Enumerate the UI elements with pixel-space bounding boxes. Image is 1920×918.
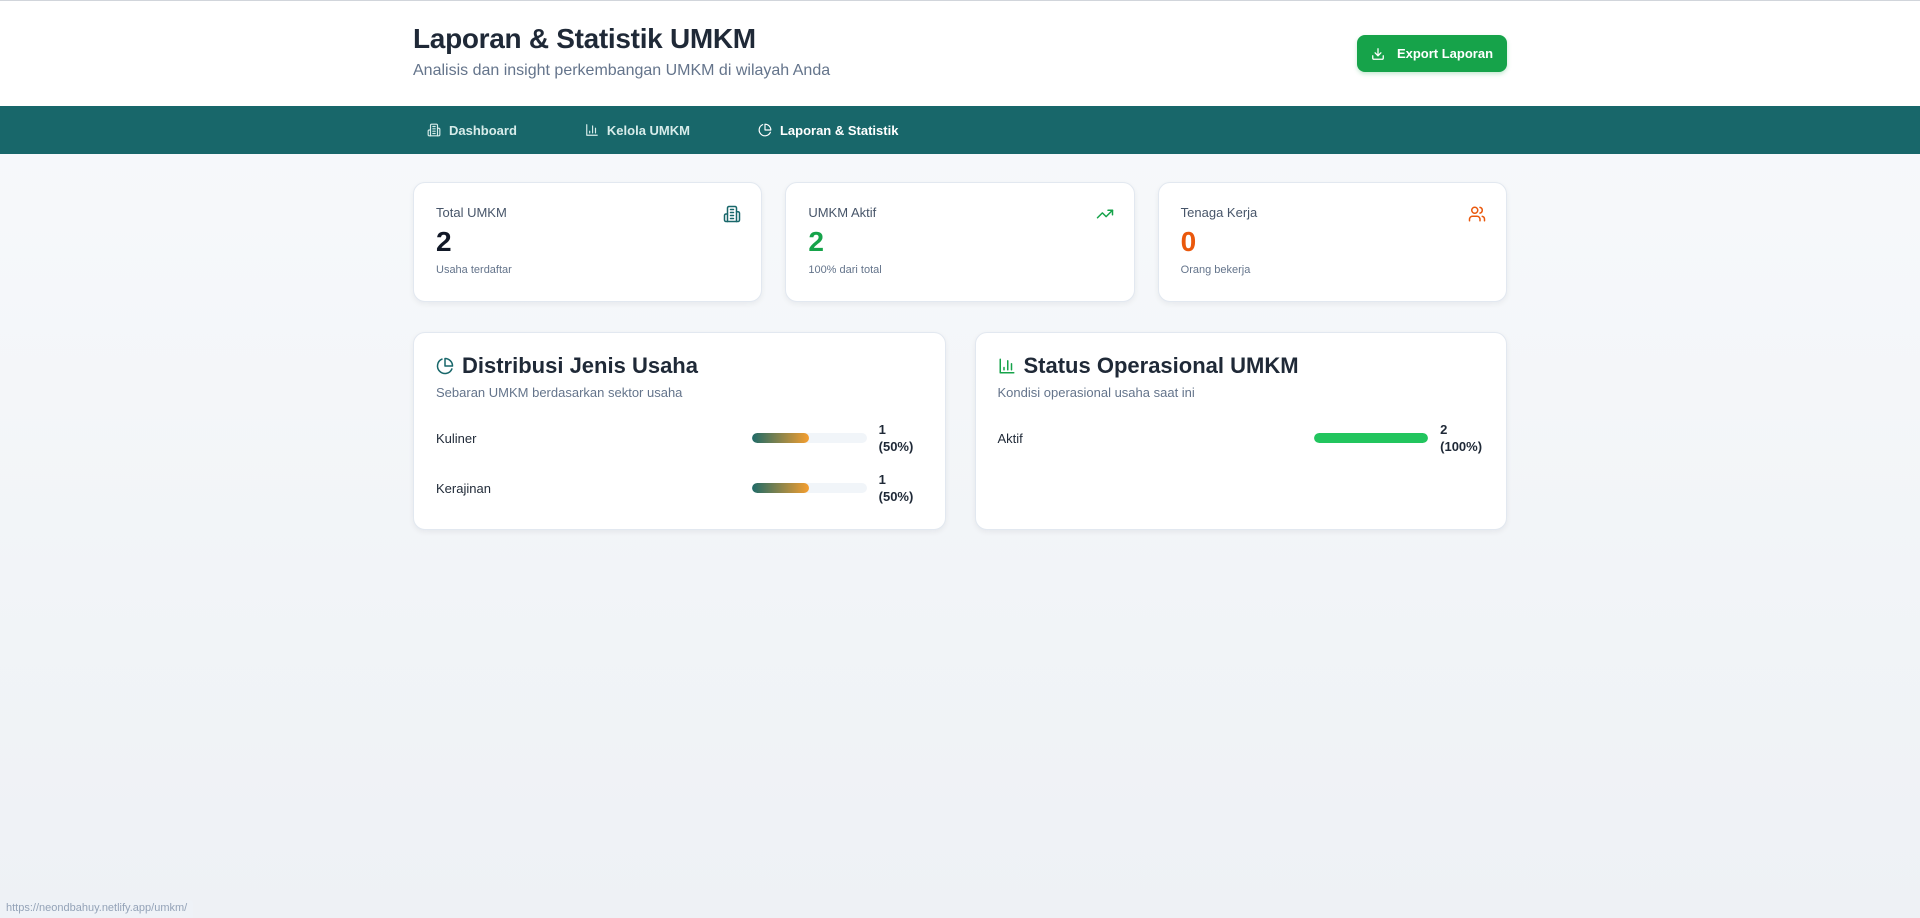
status-bar-url: https://neondbahuy.netlify.app/umkm/ — [0, 900, 194, 918]
page-header: Laporan & Statistik UMKM Analisis dan in… — [0, 1, 1920, 106]
building-icon — [427, 123, 441, 137]
distribution-row: Kerajinan 1 (50%) — [436, 471, 923, 505]
bar-fill — [1313, 433, 1429, 443]
pie-chart-icon — [436, 357, 454, 375]
stat-label: Tenaga Kerja — [1180, 205, 1258, 220]
status-title: Status Operasional UMKM — [998, 353, 1485, 379]
bar-fill — [752, 433, 810, 443]
bar-label: Kuliner — [436, 430, 477, 446]
nav-item-laporan-statistik[interactable]: Laporan & Statistik — [744, 123, 898, 138]
bar-count: 1 — [878, 422, 886, 437]
download-icon — [1372, 47, 1384, 60]
bar-count: 2 — [1440, 422, 1448, 437]
bar-percent: (50%) — [878, 489, 914, 504]
nav-label-dashboard: Dashboard — [449, 122, 517, 138]
status-subtitle: Kondisi operasional usaha saat ini — [997, 385, 1195, 400]
bar-track — [752, 483, 867, 493]
bar-count: 1 — [878, 472, 886, 487]
stat-note: Usaha terdaftar — [436, 264, 512, 276]
status-row: Aktif 2 (100%) — [998, 421, 1485, 455]
stat-note: 100% dari total — [808, 264, 882, 276]
stat-value: 0 — [1180, 226, 1197, 257]
bar-value: 1 (50%) — [879, 421, 923, 455]
export-button-label: Export Laporan — [1396, 46, 1494, 61]
stat-value: 2 — [436, 226, 452, 257]
status-title-text: Status Operasional UMKM — [1023, 353, 1299, 378]
nav-label-laporan-statistik: Laporan & Statistik — [779, 122, 899, 138]
distribution-title-text: Distribusi Jenis Usaha — [462, 353, 698, 378]
distribution-panel: Distribusi Jenis Usaha Sebaran UMKM berd… — [413, 332, 946, 530]
bar-percent: (50%) — [878, 439, 914, 454]
bar-label: Kerajinan — [436, 480, 491, 496]
stat-card-umkm-aktif: UMKM Aktif 2 100% dari total — [785, 182, 1135, 302]
bar-track — [752, 433, 867, 443]
stat-card-tenaga-kerja: Tenaga Kerja 0 Orang bekerja — [1157, 182, 1507, 302]
nav-item-dashboard[interactable]: Dashboard — [413, 123, 517, 138]
bar-percent: (100%) — [1440, 439, 1483, 454]
distribution-title: Distribusi Jenis Usaha — [436, 353, 923, 379]
building-icon — [724, 205, 741, 223]
export-report-button[interactable]: Export Laporan — [1357, 35, 1507, 72]
stat-label: Total UMKM — [436, 205, 507, 220]
bar-value: 2 (100%) — [1440, 421, 1484, 455]
main-navigation: Dashboard Kelola UMKM Laporan & Statisti… — [0, 106, 1920, 154]
bar-track — [1313, 433, 1429, 443]
distribution-row: Kuliner 1 (50%) — [436, 421, 923, 455]
pie-chart-icon — [758, 123, 772, 137]
stat-card-total-umkm: Total UMKM 2 Usaha terdaftar — [413, 182, 763, 302]
users-icon — [1468, 206, 1486, 222]
stat-note: Orang bekerja — [1180, 264, 1251, 276]
page-title: Laporan & Statistik UMKM — [413, 23, 756, 54]
bar-label: Aktif — [997, 430, 1023, 446]
page-subtitle: Analisis dan insight perkembangan UMKM d… — [413, 62, 831, 79]
trending-up-icon — [1096, 209, 1113, 219]
bar-chart-icon — [999, 358, 1014, 374]
nav-item-kelola-umkm[interactable]: Kelola UMKM — [571, 123, 690, 138]
distribution-subtitle: Sebaran UMKM berdasarkan sektor usaha — [436, 385, 683, 400]
stat-label: UMKM Aktif — [808, 205, 877, 220]
bar-fill — [752, 483, 810, 493]
bar-chart-icon — [586, 124, 598, 136]
stat-cards: Total UMKM 2 Usaha terdaftar UMKM Aktif … — [413, 182, 1507, 302]
stat-value: 2 — [808, 226, 824, 257]
nav-label-kelola-umkm: Kelola UMKM — [606, 122, 690, 138]
status-panel: Status Operasional UMKM Kondisi operasio… — [974, 332, 1507, 530]
report-panels: Distribusi Jenis Usaha Sebaran UMKM berd… — [413, 332, 1507, 530]
bar-value: 1 (50%) — [879, 471, 923, 505]
